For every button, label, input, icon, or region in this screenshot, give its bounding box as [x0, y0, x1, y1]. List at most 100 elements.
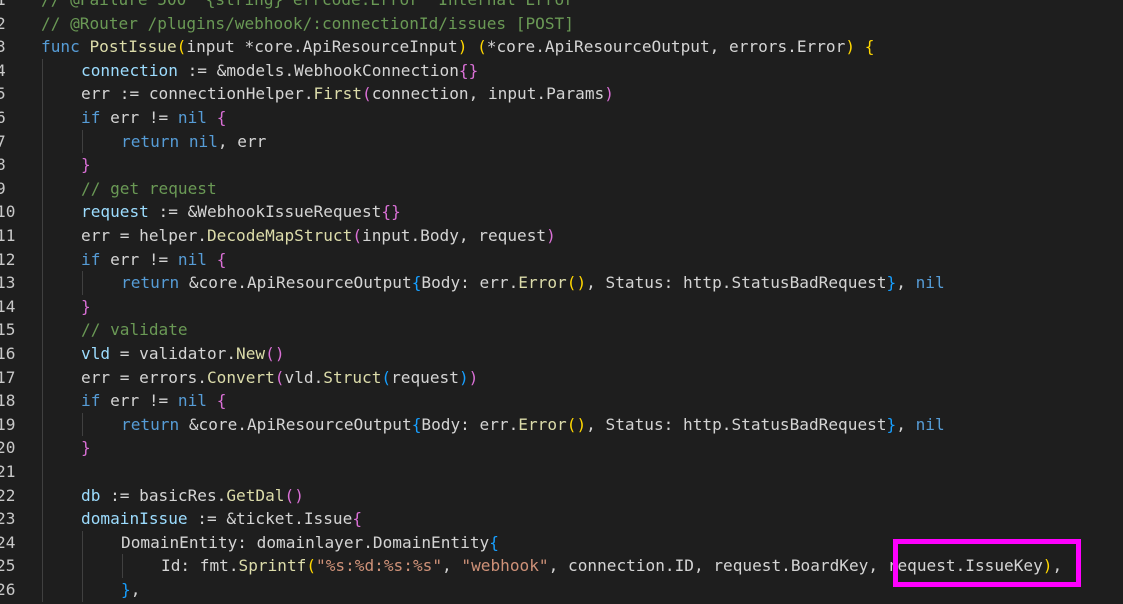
code-text: err := connectionHelper.First(connection…	[81, 82, 614, 106]
code-text: // @Failure 500 {string} errcode.Error "…	[41, 0, 584, 12]
code-text: domainIssue := &ticket.Issue{	[81, 507, 362, 531]
code-token: connection	[81, 60, 178, 80]
code-token: &core.ApiResourceOutput	[179, 273, 412, 293]
code-text: err = helper.DecodeMapStruct(input.Body,…	[81, 224, 556, 248]
code-line[interactable]: 24 DomainEntity: domainlayer.DomainEntity…	[0, 530, 1123, 555]
code-line[interactable]: 21	[0, 460, 1123, 484]
code-token: domainIssue	[81, 509, 188, 529]
code-token: (	[352, 226, 363, 245]
code-token: return	[121, 273, 180, 293]
code-line[interactable]: 19 return &core.ApiResourceOutput{Body: e…	[0, 412, 1123, 437]
code-line[interactable]: 14}	[0, 294, 1123, 319]
code-editor[interactable]: 1 // @Failure 500 {string} errcode.Error …	[0, 0, 1123, 604]
code-line[interactable]: 10 request := &WebhookIssueRequest{}	[0, 200, 1123, 224]
indent-guide	[42, 106, 43, 130]
indent-guide	[82, 530, 83, 555]
code-token: *core.ApiResourceOutput, errors.Error	[486, 37, 846, 57]
code-token: input *core.ApiResourceInput	[186, 37, 458, 57]
code-line[interactable]: 25 Id: fmt.Sprintf("%s:%d:%s:%s", "webhoo…	[0, 554, 1123, 578]
indent-guide	[42, 200, 43, 224]
code-text: // validate	[81, 318, 188, 342]
code-line[interactable]: 15 // validate	[0, 318, 1123, 342]
code-token: if	[81, 249, 101, 269]
code-token: db	[81, 485, 101, 505]
line-number: 2	[0, 13, 6, 33]
code-token: {	[216, 108, 227, 127]
line-number: 15	[0, 320, 16, 340]
code-line[interactable]: 8}	[0, 153, 1123, 177]
indent-guide	[42, 412, 43, 437]
line-number: 3	[0, 37, 6, 57]
line-number: 13	[0, 273, 16, 293]
code-line[interactable]: 22 db := basicRes.GetDal()	[0, 483, 1123, 508]
indent-guide	[42, 129, 43, 154]
code-line[interactable]: 6 if err != nil {	[0, 106, 1123, 130]
code-token: func	[41, 37, 90, 57]
line-number: 20	[0, 438, 16, 458]
code-token: (	[306, 556, 317, 576]
code-line[interactable]: 16 vld = validator.New()	[0, 342, 1123, 366]
line-number: 7	[0, 131, 6, 151]
indent-guide	[42, 342, 43, 366]
code-token: := &WebhookIssueRequest	[148, 202, 382, 222]
code-token: ,	[442, 556, 462, 576]
line-number: 11	[0, 226, 16, 245]
code-text: }	[81, 153, 91, 177]
code-token: First	[313, 84, 362, 104]
code-token: Body: err.	[421, 414, 519, 434]
code-token: nil	[188, 131, 218, 151]
code-line[interactable]: 12 if err != nil {	[0, 247, 1123, 272]
code-line[interactable]: 5 err := connectionHelper.First(connectio…	[0, 82, 1123, 106]
code-token: }	[81, 155, 91, 175]
code-token: (	[274, 367, 285, 387]
code-line[interactable]: 13 return &core.ApiResourceOutput{Body: e…	[0, 271, 1123, 295]
line-number: 18	[0, 391, 16, 411]
code-token: nil	[915, 414, 945, 434]
code-token: request	[391, 367, 459, 387]
code-token: {	[411, 273, 422, 293]
code-line[interactable]: 7 return nil, err	[0, 129, 1123, 154]
indent-guide	[42, 82, 43, 106]
code-token: New	[236, 344, 266, 363]
code-line[interactable]: 9 // get request	[0, 176, 1123, 201]
line-number: 9	[0, 178, 6, 198]
code-line[interactable]: 20}	[0, 436, 1123, 460]
line-number: 19	[0, 414, 16, 434]
code-line[interactable]: 26},	[0, 578, 1123, 602]
line-number: 23	[0, 509, 16, 529]
code-text: // get request	[81, 177, 217, 201]
code-line[interactable]: 2 // @Router /plugins/webhook/:connection…	[0, 12, 1123, 36]
code-line[interactable]: 3 func PostIssue(input *core.ApiResourceI…	[0, 35, 1123, 59]
code-token: err !=	[100, 108, 178, 127]
indent-guide	[82, 554, 83, 578]
code-line[interactable]: 4 connection := &models.WebhookConnection…	[0, 58, 1123, 83]
indent-guide	[42, 247, 43, 272]
indent-guide	[42, 389, 43, 413]
code-line[interactable]: 1 // @Failure 500 {string} errcode.Error …	[0, 0, 1123, 12]
code-token: ,	[130, 580, 141, 599]
line-number: 8	[0, 155, 6, 175]
code-token: {	[864, 37, 875, 57]
code-token: // validate	[81, 320, 188, 340]
indent-guide	[42, 530, 43, 555]
indent-guide	[42, 507, 43, 531]
code-line[interactable]: 23 domainIssue := &ticket.Issue{	[0, 507, 1123, 531]
code-token: PostIssue	[89, 37, 177, 57]
line-number: 24	[0, 532, 16, 552]
line-number: 26	[0, 580, 16, 599]
code-line[interactable]: 11 err = helper.DecodeMapStruct(input.Bod…	[0, 224, 1123, 248]
code-token: , Status: http.StatusBadRequest	[586, 414, 887, 434]
code-token: return	[121, 414, 180, 434]
code-token: ,	[896, 273, 916, 293]
code-token: vld	[81, 344, 111, 363]
code-token: if	[81, 391, 101, 411]
code-token: nil	[177, 108, 207, 127]
code-line[interactable]: 17 err = errors.Convert(vld.Struct(reques…	[0, 365, 1123, 390]
code-token: GetDal	[226, 485, 285, 505]
code-token: // get request	[81, 178, 217, 198]
code-line[interactable]: 18 if err != nil {	[0, 389, 1123, 413]
